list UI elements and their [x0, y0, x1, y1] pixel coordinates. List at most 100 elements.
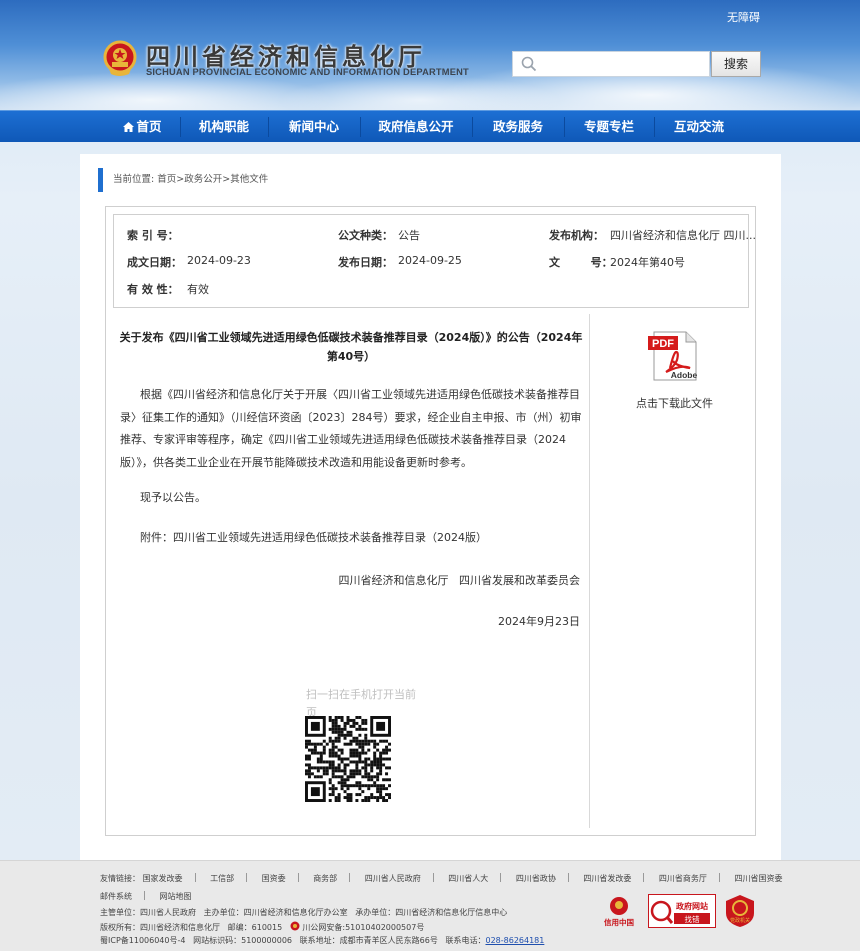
- footer-link[interactable]: 商务部: [313, 873, 337, 884]
- footer-link[interactable]: 四川省人民政府: [365, 873, 421, 884]
- doc-type-label: 公文种类：: [338, 229, 393, 242]
- nav-separator: [360, 117, 361, 137]
- footer-link-separator: [718, 873, 720, 882]
- footer-link-separator: [297, 873, 299, 882]
- nav-item-interaction[interactable]: 互动交流: [656, 111, 742, 143]
- index-no-label: 索 引 号：: [127, 229, 179, 242]
- nav-item-functions[interactable]: 机构职能: [182, 111, 266, 143]
- doc-type-value: 公告: [398, 229, 420, 242]
- nav-item-services[interactable]: 政务服务: [474, 111, 562, 143]
- article-paragraph-1: 根据《四川省经济和信息化厅关于开展〈四川省工业领域先进适用绿色低碳技术装备推荐目…: [120, 388, 582, 469]
- adobe-text: Adobe: [671, 370, 698, 380]
- nav-item-label: 首页: [136, 119, 162, 134]
- footer-organizer: 主办单位：四川省经济和信息化厅办公室: [203, 908, 348, 917]
- footer-links-row-2: 邮件系统 网站地图: [100, 891, 192, 902]
- footer-link-separator: [432, 873, 434, 882]
- column-divider: [589, 314, 590, 828]
- party-gov-label: 党政机关: [730, 917, 750, 924]
- created-date-label: 成文日期：: [127, 256, 182, 269]
- qr-code-icon: [305, 716, 391, 802]
- nav-separator: [472, 117, 473, 137]
- article-signature: 四川省经济和信息化厅 四川省发展和改革委员会: [338, 574, 581, 587]
- nav-separator: [654, 117, 655, 137]
- gov-site-error-label: 找错: [685, 914, 700, 924]
- doc-no-value: 2024年第40号: [610, 256, 685, 269]
- breadcrumb-item-gov-open[interactable]: 政务公开: [184, 174, 222, 185]
- footer-postcode: 邮编：610015: [227, 923, 283, 932]
- footer-link[interactable]: 国家发改委: [143, 873, 183, 884]
- footer-link-separator: [567, 873, 569, 882]
- breadcrumb-prefix: 当前位置:: [113, 174, 155, 185]
- main-nav: 首页 机构职能 新闻中心 政府信息公开 政务服务 专题专栏 互动交流: [0, 110, 860, 142]
- created-date-value: 2024-09-23: [187, 254, 251, 267]
- footer-copyright-row: 版权所有：四川省经济和信息化厅 邮编：610015 川公网安备:51010402…: [100, 921, 424, 933]
- publish-date-value: 2024-09-25: [398, 254, 462, 267]
- article-attachment[interactable]: 附件：四川省工业领域先进适用绿色低碳技术装备推荐目录（2024版）: [120, 527, 584, 550]
- footer-phone-label: 联系电话：: [445, 936, 486, 945]
- footer-link[interactable]: 四川省发改委: [583, 873, 631, 884]
- search-input[interactable]: [512, 51, 710, 77]
- nav-item-home[interactable]: 首页: [105, 111, 180, 143]
- footer-link-separator: [500, 873, 502, 882]
- footer-link[interactable]: 四川省商务厅: [659, 873, 707, 884]
- footer-link-separator: [194, 873, 196, 882]
- breadcrumb-item-other-docs[interactable]: 其他文件: [230, 174, 268, 185]
- gov-site-error-badge[interactable]: 政府网站 找错: [648, 894, 716, 928]
- national-emblem-icon: [103, 40, 137, 76]
- credit-china-badge[interactable]: 信用中国: [600, 894, 638, 928]
- nav-item-news[interactable]: 新闻中心: [270, 111, 358, 143]
- article-title: 关于发布《四川省工业领域先进适用绿色低碳技术装备推荐目录（2024版）》的公告（…: [119, 331, 583, 363]
- validity-label: 有 效 性：: [127, 283, 179, 296]
- footer-icp[interactable]: 蜀ICP备11006040号-4: [100, 936, 185, 945]
- nav-separator: [180, 117, 181, 137]
- footer-units-row: 主管单位：四川省人民政府 主办单位：四川省经济和信息化厅办公室 承办单位：四川省…: [100, 907, 507, 918]
- nav-separator: [268, 117, 269, 137]
- footer-address: 联系地址：成都市青羊区人民东路66号: [299, 936, 438, 945]
- accessibility-link[interactable]: 无障碍: [727, 9, 760, 25]
- article-paragraph-2: 现予以公告。: [140, 491, 206, 504]
- friend-links-label: 友情链接：: [100, 874, 140, 883]
- download-link[interactable]: 点击下载此文件: [636, 395, 713, 411]
- nav-item-gov-info[interactable]: 政府信息公开: [362, 111, 470, 143]
- search-icon: [521, 56, 537, 72]
- footer-link[interactable]: 四川省人大: [448, 873, 488, 884]
- site-subtitle: SICHUAN PROVINCIAL ECONOMIC AND INFORMAT…: [146, 67, 469, 77]
- footer-link[interactable]: 四川省国资委: [734, 873, 782, 884]
- pdf-file-icon[interactable]: PDF Adobe: [646, 330, 700, 382]
- site-header: 无障碍 四川省经济和信息化厅 SICHUAN PROVINCIAL ECONOM…: [0, 0, 860, 110]
- footer-link[interactable]: 四川省政协: [516, 873, 556, 884]
- publish-date-label: 发布日期：: [338, 256, 393, 269]
- gov-site-label: 政府网站: [676, 901, 708, 911]
- footer-link-separator: [144, 891, 145, 900]
- friend-links-row: 友情链接： 国家发改委 工信部 国资委 商务部 四川省人民政府 四川省人大 四川…: [100, 873, 782, 884]
- footer-link-separator: [349, 873, 351, 882]
- police-badge-icon: [290, 921, 300, 931]
- footer-link-sitemap[interactable]: 网站地图: [160, 891, 192, 902]
- footer-undertaker: 承办单位：四川省经济和信息化厅信息中心: [355, 908, 508, 917]
- nav-separator: [564, 117, 565, 137]
- pdf-icon-text: PDF: [652, 338, 674, 350]
- footer-link-mail[interactable]: 邮件系统: [100, 891, 132, 902]
- breadcrumb-separator: >: [222, 174, 231, 185]
- home-icon: [123, 122, 135, 132]
- publisher-label: 发布机构：: [549, 229, 604, 242]
- footer-site-code: 网站标识码：5100000006: [193, 936, 293, 945]
- footer-link[interactable]: 国资委: [262, 873, 286, 884]
- footer-link-separator: [246, 873, 248, 882]
- credit-china-label: 信用中国: [604, 917, 634, 927]
- breadcrumb: 当前位置: 首页>政务公开>其他文件: [98, 168, 268, 192]
- publisher-value: 四川省经济和信息化厅 四川...: [610, 229, 756, 242]
- footer-phone[interactable]: 028-86264181: [485, 936, 544, 945]
- breadcrumb-item-home[interactable]: 首页: [157, 174, 176, 185]
- footer-link[interactable]: 工信部: [210, 873, 234, 884]
- footer-police-record[interactable]: 川公网安备:51010402000507号: [302, 923, 424, 932]
- validity-value: 有效: [187, 283, 209, 296]
- footer-copyright: 版权所有：四川省经济和信息化厅: [100, 923, 220, 932]
- article-date: 2024年9月23日: [498, 615, 580, 628]
- search-button[interactable]: 搜索: [711, 51, 761, 77]
- footer-icp-row: 蜀ICP备11006040号-4 网站标识码：5100000006 联系地址：成…: [100, 935, 544, 946]
- footer-link-separator: [643, 873, 645, 882]
- doc-no-label: 文 号：: [549, 256, 613, 269]
- nav-item-topics[interactable]: 专题专栏: [566, 111, 652, 143]
- party-gov-badge[interactable]: 党政机关: [724, 894, 756, 928]
